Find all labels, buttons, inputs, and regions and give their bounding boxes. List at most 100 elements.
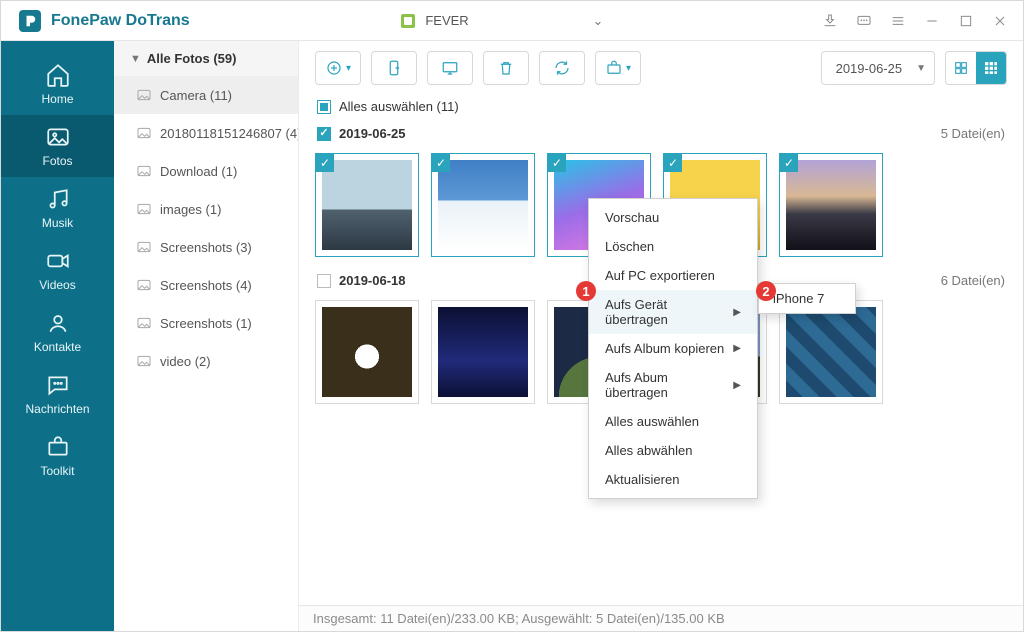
date-value: 2019-06-25 (836, 61, 903, 76)
menu-label: Aktualisieren (605, 472, 679, 487)
folder-label: Camera (11) (160, 88, 232, 103)
menu-label: Alles auswählen (605, 414, 699, 429)
menu-icon[interactable] (883, 6, 913, 36)
date-filter[interactable]: 2019-06-25 ▼ (821, 51, 935, 85)
app-window: FonePaw DoTrans FEVER ⌄ Home Fotos (0, 0, 1024, 632)
check-icon: ✓ (664, 154, 682, 172)
music-icon (45, 186, 71, 212)
nav-label: Musik (42, 216, 73, 230)
nav-kontakte[interactable]: Kontakte (1, 301, 114, 363)
nav-label: Fotos (42, 154, 72, 168)
chevron-down-icon: ▼ (916, 63, 926, 74)
video-icon (45, 248, 71, 274)
folder-header[interactable]: ▼ Alle Fotos (59) (114, 41, 298, 76)
folder-video[interactable]: video (2) (114, 342, 298, 380)
group-header[interactable]: 2019-06-25 5 Datei(en) (315, 122, 1007, 145)
folder-screenshots-1[interactable]: Screenshots (1) (114, 304, 298, 342)
export-to-pc-button[interactable] (427, 51, 473, 85)
folder-label: video (2) (160, 354, 211, 369)
menu-export-pc[interactable]: Auf PC exportieren (589, 261, 757, 290)
menu-label: Auf PC exportieren (605, 268, 715, 283)
checkbox-unchecked[interactable] (317, 274, 331, 288)
view-small-grid[interactable] (976, 52, 1006, 84)
refresh-button[interactable] (539, 51, 585, 85)
folder-icon (136, 239, 152, 255)
menu-label: Alles abwählen (605, 443, 692, 458)
export-to-device-button[interactable] (371, 51, 417, 85)
chevron-right-icon: ▶ (733, 307, 741, 318)
nav-label: Nachrichten (25, 402, 89, 416)
menu-loeschen[interactable]: Löschen (589, 232, 757, 261)
maximize-button[interactable] (951, 6, 981, 36)
folder-images[interactable]: images (1) (114, 190, 298, 228)
chevron-down-icon: ▾ (346, 63, 351, 74)
nav-musik[interactable]: Musik (1, 177, 114, 239)
nav-label: Videos (39, 278, 75, 292)
menu-vorschau[interactable]: Vorschau (589, 203, 757, 232)
folder-icon (136, 353, 152, 369)
delete-button[interactable] (483, 51, 529, 85)
folder-label: images (1) (160, 202, 221, 217)
folder-timestamp[interactable]: 20180118151246807 (4) (114, 114, 298, 152)
select-all-row[interactable]: Alles auswählen (11) (315, 95, 1007, 122)
toolkit-icon (45, 434, 71, 460)
photo-image (322, 160, 412, 250)
folder-screenshots-4[interactable]: Screenshots (4) (114, 266, 298, 304)
view-toggle (945, 51, 1007, 85)
photo-thumb[interactable] (315, 300, 419, 404)
folder-label: Screenshots (4) (160, 278, 252, 293)
check-icon: ✓ (548, 154, 566, 172)
folder-icon (136, 315, 152, 331)
checkbox-indeterminate[interactable] (317, 100, 331, 114)
nav-nachrichten[interactable]: Nachrichten (1, 363, 114, 425)
chevron-down-icon: ⌄ (592, 13, 603, 29)
toolbar: ▾ ▾ 2019-06-25 ▼ (299, 41, 1023, 95)
menu-label: Aufs Gerät übertragen (605, 297, 733, 327)
folder-icon (136, 163, 152, 179)
folder-screenshots-3[interactable]: Screenshots (3) (114, 228, 298, 266)
menu-label: Löschen (605, 239, 654, 254)
feedback-icon[interactable] (815, 6, 845, 36)
message-icon[interactable] (849, 6, 879, 36)
menu-refresh[interactable]: Aktualisieren (589, 465, 757, 494)
photo-thumb[interactable]: ✓ (315, 153, 419, 257)
menu-copy-album[interactable]: Aufs Album kopieren▶ (589, 334, 757, 363)
nav-videos[interactable]: Videos (1, 239, 114, 301)
menu-select-all[interactable]: Alles auswählen (589, 407, 757, 436)
nav-fotos[interactable]: Fotos (1, 115, 114, 177)
photo-thumb[interactable]: ✓ (431, 153, 535, 257)
checkbox-checked[interactable] (317, 127, 331, 141)
toolbox-button[interactable]: ▾ (595, 51, 641, 85)
title-bar: FonePaw DoTrans FEVER ⌄ (1, 1, 1023, 41)
folder-download[interactable]: Download (1) (114, 152, 298, 190)
photo-image (322, 307, 412, 397)
app-body: Home Fotos Musik Videos Kontakte Nachric… (1, 41, 1023, 631)
view-large-grid[interactable] (946, 52, 976, 84)
nav-toolkit[interactable]: Toolkit (1, 425, 114, 487)
photo-image (438, 307, 528, 397)
contacts-icon (45, 310, 71, 336)
group-date: 2019-06-25 (339, 126, 406, 141)
photo-thumb[interactable] (779, 300, 883, 404)
group-count: 6 Datei(en) (941, 273, 1005, 288)
add-button[interactable]: ▾ (315, 51, 361, 85)
minimize-button[interactable] (917, 6, 947, 36)
folder-panel: ▼ Alle Fotos (59) Camera (11) 2018011815… (114, 41, 299, 631)
folder-label: Download (1) (160, 164, 237, 179)
android-icon (401, 14, 415, 28)
folder-icon (136, 87, 152, 103)
close-button[interactable] (985, 6, 1015, 36)
check-icon: ✓ (316, 154, 334, 172)
chevron-down-icon: ▾ (626, 63, 631, 74)
menu-deselect-all[interactable]: Alles abwählen (589, 436, 757, 465)
menu-move-album[interactable]: Aufs Abum übertragen▶ (589, 363, 757, 407)
check-icon: ✓ (432, 154, 450, 172)
nav-home[interactable]: Home (1, 53, 114, 115)
photo-thumb[interactable] (431, 300, 535, 404)
annotation-1: 1 (576, 281, 596, 301)
menu-export-device[interactable]: Aufs Gerät übertragen▶ (589, 290, 757, 334)
device-selector[interactable]: FEVER ⌄ (387, 7, 617, 35)
folder-camera[interactable]: Camera (11) (114, 76, 298, 114)
photo-thumb[interactable]: ✓ (779, 153, 883, 257)
chevron-right-icon: ▶ (733, 380, 741, 391)
